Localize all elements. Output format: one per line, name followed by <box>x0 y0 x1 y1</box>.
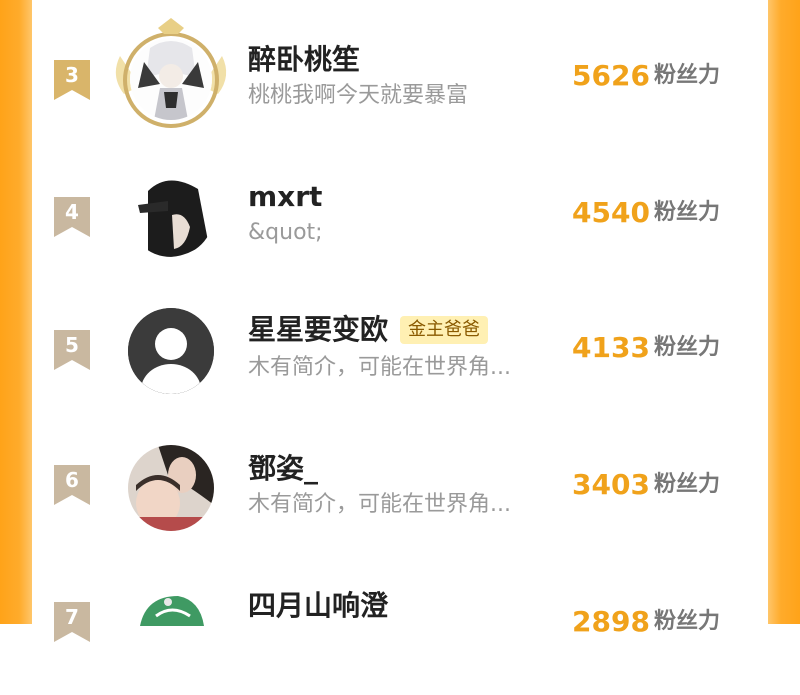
fan-power-count: 5626 <box>572 59 650 92</box>
fan-power-count: 4133 <box>572 331 650 364</box>
avatar[interactable] <box>130 38 212 120</box>
rank-number: 5 <box>65 333 79 357</box>
user-bio: 木有简介，可能在世界角... <box>248 492 511 517</box>
user-name[interactable]: mxrt <box>248 181 322 213</box>
avatar[interactable] <box>128 171 214 257</box>
right-orange-border <box>768 0 800 624</box>
user-name-text[interactable]: 鄧姿_ <box>248 453 318 485</box>
default-avatar[interactable] <box>128 308 214 394</box>
user-name[interactable]: 鄧姿_ <box>248 453 318 485</box>
user-bio: &quot; <box>248 220 323 245</box>
rank-number: 3 <box>65 63 79 87</box>
list-item[interactable]: 3 醉卧桃笙 桃桃我啊今天就要暴富 5626 粉丝力 <box>32 10 768 147</box>
user-name[interactable]: 四月山响澄 <box>248 590 388 622</box>
fan-power-count: 4540 <box>572 196 650 229</box>
rank-number: 4 <box>65 200 79 224</box>
rank-badge: 6 <box>54 465 90 505</box>
rank-number: 6 <box>65 468 79 492</box>
list-item[interactable]: 7 四月山响澄 2898 粉丝力 <box>32 558 768 695</box>
rank-badge: 7 <box>54 602 90 642</box>
list-item[interactable]: 4 mxrt &quot; 4540 粉丝力 <box>32 147 768 284</box>
user-bio: 木有简介，可能在世界角... <box>248 355 511 380</box>
rank-number: 7 <box>65 605 79 629</box>
fan-power-count: 3403 <box>572 468 650 501</box>
user-bio: 桃桃我啊今天就要暴富 <box>248 83 469 108</box>
user-name-text[interactable]: mxrt <box>248 181 322 213</box>
user-name[interactable]: 醉卧桃笙 <box>248 44 360 76</box>
avatar[interactable] <box>128 586 214 672</box>
user-name-text[interactable]: 四月山响澄 <box>248 590 388 622</box>
avatar[interactable] <box>128 445 214 531</box>
list-item[interactable]: 6 鄧姿_ 木有简介，可能在世界角... 3403 粉丝力 <box>32 421 768 558</box>
fan-power-unit: 粉丝力 <box>654 472 721 497</box>
rank-badge: 5 <box>54 330 90 370</box>
fan-power-unit: 粉丝力 <box>654 63 721 88</box>
fan-power-count: 2898 <box>572 605 650 638</box>
left-orange-border <box>0 0 32 624</box>
user-name-text[interactable]: 醉卧桃笙 <box>248 44 360 76</box>
fan-power-unit: 粉丝力 <box>654 200 721 225</box>
user-name-text[interactable]: 星星要变欧 <box>248 314 388 346</box>
fan-power-unit: 粉丝力 <box>654 609 721 634</box>
fan-ranking-list: 3 醉卧桃笙 桃桃我啊今天就要暴富 5626 粉丝力 4 mxrt &quot;… <box>32 0 768 672</box>
list-item[interactable]: 5 星星要变欧 金主爸爸 木有简介，可能在世界角... 4133 粉丝力 <box>32 284 768 421</box>
rank-badge: 4 <box>54 197 90 237</box>
fan-power-unit: 粉丝力 <box>654 335 721 360</box>
rank-badge: 3 <box>54 60 90 100</box>
user-name[interactable]: 星星要变欧 金主爸爸 <box>248 314 489 346</box>
sponsor-badge: 金主爸爸 <box>400 316 489 344</box>
